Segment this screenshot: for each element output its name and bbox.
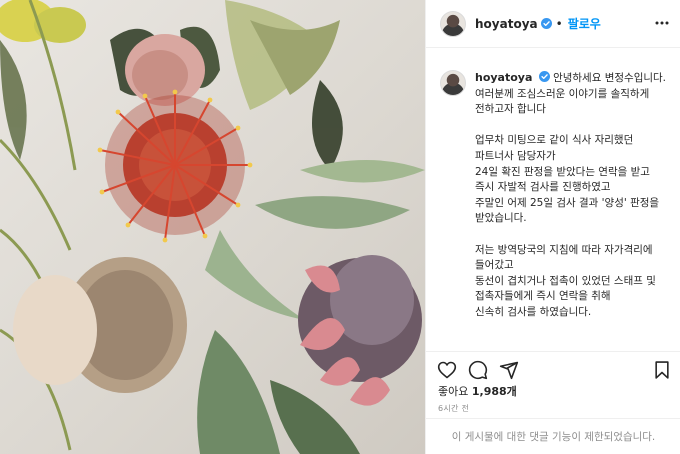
post-side-panel: hoyatoya • 팔로우 hoyatoya 안녕하세요 변정수입니다. 여러…: [425, 0, 680, 454]
share-icon[interactable]: [499, 360, 519, 380]
header-username[interactable]: hoyatoya: [475, 17, 538, 31]
comments-disabled-notice: 이 게시물에 대한 댓글 기능이 제한되었습니다.: [451, 431, 656, 443]
heart-icon[interactable]: [437, 360, 457, 380]
post-timestamp[interactable]: 6시간 전: [438, 403, 469, 414]
verified-badge-icon: [538, 71, 550, 82]
action-bar: [426, 351, 680, 383]
post-photo[interactable]: [0, 0, 425, 454]
avatar[interactable]: [440, 10, 466, 37]
caption-line: 주말인 어제 25일 검사 결과 '양성' 판정을 받았습니다.: [475, 196, 660, 225]
post-caption: hoyatoya 안녕하세요 변정수입니다. 여러분께 조심스러운 이야기를 솔…: [426, 60, 680, 350]
caption-line: 여러분께 조심스러운 이야기를 솔직하게 전하고자 합니다: [475, 87, 650, 116]
post-header: hoyatoya • 팔로우: [426, 0, 680, 48]
caption-first-line: hoyatoya 안녕하세요 변정수입니다.: [475, 71, 667, 84]
verified-badge-icon: [540, 18, 552, 29]
caption-line: 24일 확진 판정을 받았다는 연락을 받고: [475, 165, 650, 178]
bookmark-icon[interactable]: [652, 360, 672, 380]
caption-line: 안녕하세요 변정수입니다.: [553, 72, 667, 84]
likes-count[interactable]: 좋아요 1,988개: [438, 383, 517, 399]
comment-section: 이 게시물에 대한 댓글 기능이 제한되었습니다.: [426, 418, 680, 454]
caption-line: 즉시 자발적 검사를 진행하였고: [475, 181, 611, 194]
caption-line: 동선이 겹치거나 접촉이 있었던 스태프 및: [475, 274, 656, 287]
separator-dot: •: [555, 16, 563, 31]
more-options-icon[interactable]: [655, 16, 669, 30]
caption-line: 접촉자들에게 즉시 연락을 취해: [475, 290, 611, 303]
caption-avatar[interactable]: [440, 70, 466, 96]
likes-number: 1,988개: [471, 385, 517, 398]
follow-button[interactable]: 팔로우: [568, 15, 601, 32]
caption-line: 저는 방역당국의 지침에 따라 자가격리에 들어갔고: [475, 243, 653, 272]
caption-line: 신속히 검사를 하였습니다.: [475, 305, 592, 318]
likes-prefix: 좋아요: [438, 385, 469, 398]
comment-icon[interactable]: [468, 360, 488, 380]
caption-username[interactable]: hoyatoya: [475, 71, 532, 84]
flower-bouquet-image: [0, 0, 425, 454]
caption-line: 업무차 미팅으로 같이 식사 자리했던 파트너사 담당자가: [475, 134, 634, 162]
caption-text: hoyatoya 안녕하세요 변정수입니다. 여러분께 조심스러운 이야기를 솔…: [475, 70, 671, 321]
